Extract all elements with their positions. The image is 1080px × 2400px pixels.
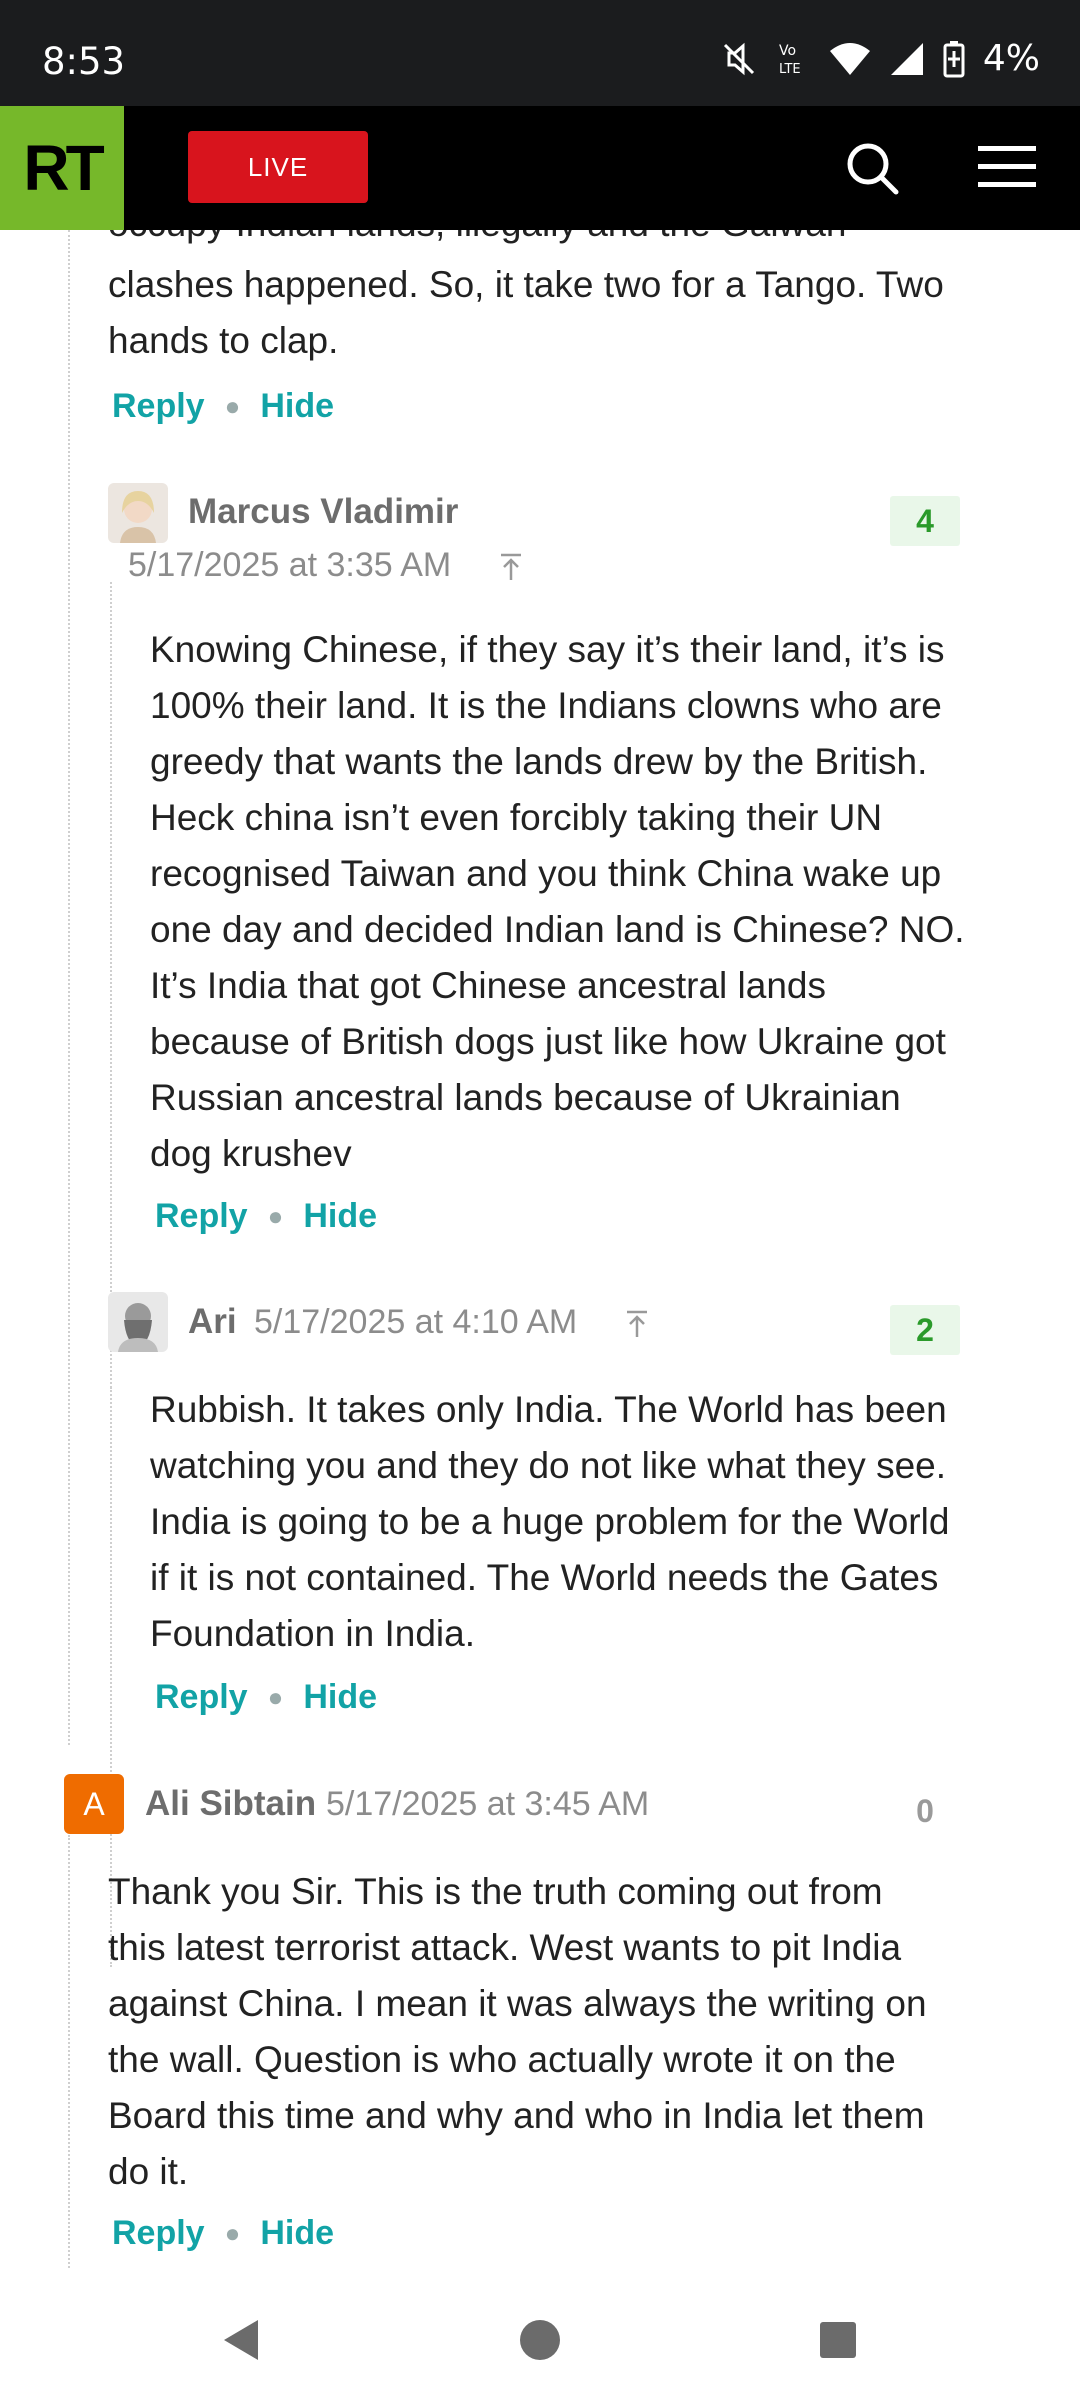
comment-text-line: India is going to be a huge problem for … <box>150 1501 950 1542</box>
navigation-bar <box>0 2270 1080 2400</box>
comment-author[interactable]: Marcus Vladimir <box>188 492 458 532</box>
comment-text-line: the wall. Question is who actually wrote… <box>108 2039 896 2080</box>
comment-text-line: Foundation in India. <box>150 1613 476 1654</box>
comment-author[interactable]: Ari <box>188 1302 237 1342</box>
go-to-parent-icon[interactable] <box>624 1309 650 1339</box>
menu-icon[interactable] <box>978 144 1036 190</box>
vote-count: 4 <box>890 496 960 546</box>
comment-text-line: do it. <box>108 2151 189 2192</box>
comment-actions: Reply ● Hide <box>112 2214 334 2253</box>
go-to-parent-icon[interactable] <box>498 552 524 582</box>
comment-actions: Reply ● Hide <box>155 1197 377 1236</box>
vote-count: 2 <box>890 1305 960 1355</box>
hide-button[interactable]: Hide <box>303 1197 377 1236</box>
comments-section: occupy Indian lands, illegally and the G… <box>0 230 1080 2270</box>
separator-dot: ● <box>224 391 241 421</box>
comment-date[interactable]: 5/17/2025 at 4:10 AM <box>254 1303 577 1342</box>
comment-author[interactable]: Ali Sibtain <box>145 1784 316 1824</box>
comment-text-line: It’s India that got Chinese ancestral la… <box>150 965 827 1006</box>
thread-line <box>68 1835 70 2270</box>
svg-text:LTE: LTE <box>779 62 801 77</box>
avatar[interactable]: A <box>64 1774 124 1834</box>
hide-button[interactable]: Hide <box>260 387 334 426</box>
user-avatar-icon <box>108 483 168 543</box>
comment-text-line: this latest terrorist attack. West wants… <box>108 1927 902 1968</box>
reply-button[interactable]: Reply <box>155 1197 248 1236</box>
avatar[interactable] <box>108 483 168 543</box>
comment-text-line: Knowing Chinese, if they say it’s their … <box>150 629 945 670</box>
comment-text-line: 100% their land. It is the Indians clown… <box>150 685 942 726</box>
comment-text-line: watching you and they do not like what t… <box>150 1445 947 1486</box>
battery-icon <box>943 40 965 77</box>
reply-button[interactable]: Reply <box>112 2214 205 2253</box>
comment-text-line: Board this time and why and who in India… <box>108 2095 925 2136</box>
comment-actions: Reply ● Hide <box>155 1678 377 1717</box>
rt-logo-text: RT <box>23 132 104 204</box>
recents-icon[interactable] <box>818 2320 858 2360</box>
avatar[interactable] <box>108 1292 168 1352</box>
comment-date[interactable]: 5/17/2025 at 3:45 AM <box>326 1785 649 1824</box>
comment-text-line: one day and decided Indian land is Chine… <box>150 909 965 950</box>
home-icon[interactable] <box>518 2318 562 2362</box>
wifi-icon <box>829 42 870 75</box>
status-time: 8:53 <box>42 40 126 83</box>
comment-text-line: Thank you Sir. This is the truth coming … <box>108 1871 883 1912</box>
user-avatar-icon <box>108 1292 168 1352</box>
vote-count: 0 <box>916 1792 934 1829</box>
separator-dot: ● <box>224 2218 241 2248</box>
reply-button[interactable]: Reply <box>112 387 205 426</box>
hide-button[interactable]: Hide <box>260 2214 334 2253</box>
thread-line <box>68 230 70 1745</box>
signal-icon <box>890 42 923 75</box>
comment-actions: Reply ● Hide <box>112 387 334 426</box>
comment-text-line: dog krushev <box>150 1133 352 1174</box>
comment-date[interactable]: 5/17/2025 at 3:35 AM <box>128 546 451 585</box>
status-bar: 8:53 Vo LTE 4% <box>0 0 1080 106</box>
comment-text-line: clashes happened. So, it take two for a … <box>108 264 944 305</box>
status-icons: Vo LTE 4% <box>719 38 1040 79</box>
comment-text-line: greedy that wants the lands drew by the … <box>150 741 928 782</box>
svg-text:Vo: Vo <box>779 43 796 59</box>
live-button[interactable]: LIVE <box>188 131 368 203</box>
hide-button[interactable]: Hide <box>303 1678 377 1717</box>
app-header: RT LIVE <box>0 106 1080 230</box>
search-icon[interactable] <box>842 138 902 198</box>
comment-text-line: Heck china isn’t even forcibly taking th… <box>150 797 883 838</box>
reply-button[interactable]: Reply <box>155 1678 248 1717</box>
comment-text-line: against China. I mean it was always the … <box>108 1983 927 2024</box>
comment-text-line: Russian ancestral lands because of Ukrai… <box>150 1077 901 1118</box>
mute-icon <box>723 42 754 75</box>
back-icon[interactable] <box>218 2316 262 2364</box>
comment-text-line: if it is not contained. The World needs … <box>150 1557 939 1598</box>
separator-dot: ● <box>267 1201 284 1231</box>
comment-text-line: Rubbish. It takes only India. The World … <box>150 1389 947 1430</box>
comment-text-cut: occupy Indian lands, illegally and the G… <box>108 230 846 252</box>
comment-text-line: recognised Taiwan and you think China wa… <box>150 853 942 894</box>
separator-dot: ● <box>267 1682 284 1712</box>
comment-text-line: because of British dogs just like how Uk… <box>150 1021 946 1062</box>
volte-icon: Vo LTE <box>779 43 801 77</box>
battery-percent: 4% <box>982 38 1040 79</box>
rt-logo[interactable]: RT <box>0 106 124 230</box>
comment-text-line: hands to clap. <box>108 320 339 361</box>
